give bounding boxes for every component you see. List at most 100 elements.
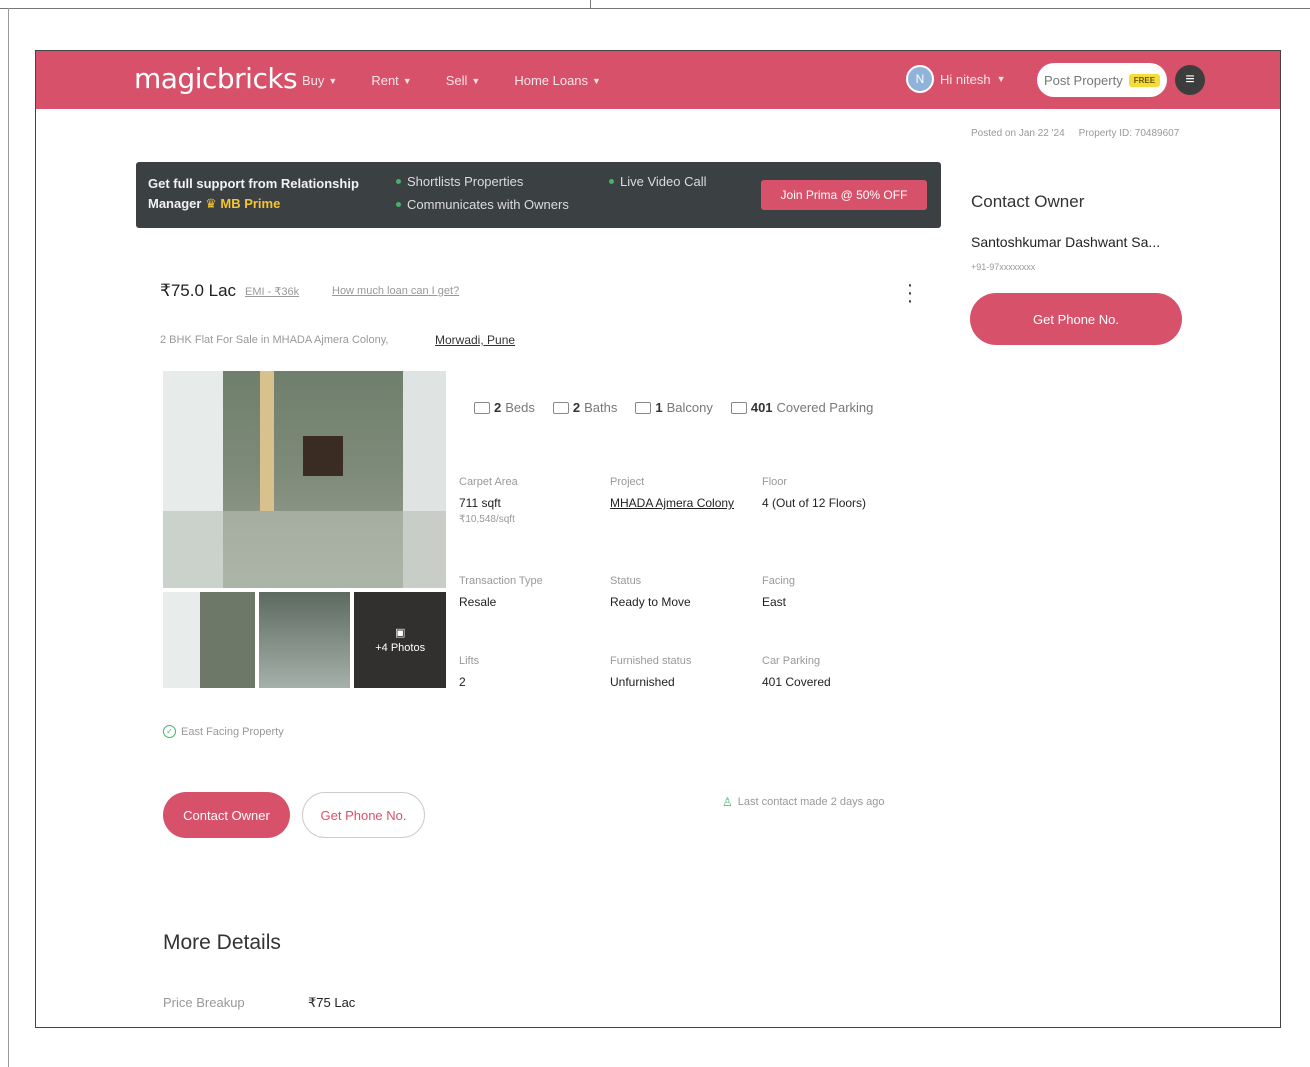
nav-sell-label: Sell [445, 73, 468, 88]
prime-feature: Live Video Call [609, 174, 706, 189]
spec-project: Project MHADA Ajmera Colony [610, 476, 734, 510]
spec-label: Project [610, 476, 645, 488]
person-icon: ♙ [722, 795, 733, 809]
chevron-down-icon: ▼ [328, 75, 338, 86]
photo-thumbnails: ▣ +4 Photos [163, 592, 447, 688]
spec-value: 711 sqft [459, 496, 501, 510]
post-property-button[interactable]: Post Property FREE [1037, 63, 1167, 97]
nav-home-loans-label: Home Loans [514, 73, 589, 88]
hamburger-menu-icon[interactable]: ≡ [1175, 65, 1205, 95]
parking-label: Covered Parking [776, 400, 874, 415]
nav-buy[interactable]: Buy ▼ [302, 73, 337, 88]
contact-owner-button[interactable]: Contact Owner [163, 792, 290, 838]
prime-feature: Communicates with Owners [396, 197, 569, 212]
emi-link[interactable]: EMI - ₹36k [245, 285, 299, 298]
prime-title-line1: Get full support from Relationship [148, 176, 359, 191]
photo-thumbnail[interactable]: ▣ +4 Photos [354, 592, 447, 688]
prime-feature-label: Communicates with Owners [407, 197, 569, 212]
baths-label: Baths [584, 400, 618, 415]
listing-subtitle: 2 BHK Flat For Sale in MHADA Ajmera Colo… [160, 334, 389, 346]
spec-value: Ready to Move [610, 595, 691, 609]
side-get-phone-button[interactable]: Get Phone No. [970, 293, 1182, 345]
beds-item: 2 Beds [474, 400, 535, 415]
bullet-icon [396, 179, 401, 184]
listing-price: ₹75.0 Lac [160, 281, 237, 300]
car-icon [730, 401, 747, 414]
top-nav: magicbricks Buy ▼ Rent ▼ Sell ▼ Home Loans ▼… [36, 51, 1280, 109]
chevron-down-icon: ▼ [471, 75, 481, 86]
beds-label: Beds [505, 400, 535, 415]
more-options-icon[interactable]: · · · [903, 275, 917, 311]
spec-label: Carpet Area [459, 476, 518, 488]
balcony-icon [635, 401, 652, 414]
check-circle-icon: ✓ [163, 725, 176, 738]
gallery-icon: ▣ [394, 627, 406, 639]
photo-thumbnail[interactable] [163, 592, 255, 688]
project-link[interactable]: MHADA Ajmera Colony [610, 496, 734, 510]
spec-floor: Floor 4 (Out of 12 Floors) [762, 476, 866, 510]
spec-carpet-area: Carpet Area 711 sqft ₹10,548/sqft [459, 476, 518, 525]
prime-banner-title: Get full support from Relationship Manag… [148, 174, 373, 214]
nav-buy-label: Buy [302, 73, 325, 88]
bath-icon [552, 401, 569, 414]
nav-menu: Buy ▼ Rent ▼ Sell ▼ Home Loans ▼ [302, 73, 601, 88]
parking-count: 401 [750, 400, 773, 415]
balcony-item: 1 Balcony [635, 400, 713, 415]
owner-name: Santoshkumar Dashwant Sa... [971, 234, 1161, 250]
loan-eligibility-link[interactable]: How much loan can I get? [332, 285, 459, 297]
more-photos-overlay[interactable]: ▣ +4 Photos [354, 592, 447, 688]
spec-label: Car Parking [762, 655, 821, 667]
spec-label: Lifts [459, 655, 480, 667]
spec-value: 2 [459, 675, 466, 689]
join-prime-button[interactable]: Join Prima @ 50% OFF [761, 180, 927, 210]
more-details-title: More Details [163, 931, 281, 954]
bed-icon [474, 401, 490, 414]
magicbricks-logo[interactable]: magicbricks [134, 62, 298, 95]
nav-sell[interactable]: Sell ▼ [446, 73, 481, 88]
spec-facing: Facing East [762, 575, 795, 609]
more-photos-label: +4 Photos [375, 642, 426, 654]
spec-value: Resale [459, 595, 497, 609]
nav-home-loans[interactable]: Home Loans ▼ [514, 73, 601, 88]
bullet-icon [609, 179, 614, 184]
parking-item: 401 Covered Parking [730, 400, 874, 415]
baths-item: 2 Baths [552, 400, 618, 415]
price-breakup-label: Price Breakup [163, 995, 245, 1010]
posted-meta: Posted on Jan 22 '24 Property ID: 704896… [971, 128, 1179, 139]
last-contact-note: ♙ Last contact made 2 days ago [722, 795, 885, 809]
crown-icon: ♛ [205, 196, 217, 211]
page-frame: magicbricks Buy ▼ Rent ▼ Sell ▼ Home Loans ▼… [35, 50, 1281, 1028]
spec-subvalue: ₹10,548/sqft [459, 514, 515, 525]
user-menu[interactable]: N Hi nitesh ▼ [906, 65, 1006, 93]
spec-lifts: Lifts 2 [459, 655, 479, 689]
main-photo[interactable] [163, 371, 446, 588]
free-badge: FREE [1128, 73, 1161, 87]
balcony-label: Balcony [666, 400, 713, 415]
user-greeting: Hi nitesh [940, 71, 991, 87]
prime-title-line2: Manager [148, 196, 202, 211]
bullet-icon [396, 202, 401, 207]
spec-label: Status [610, 575, 642, 587]
prime-feature-label: Shortlists Properties [407, 174, 524, 189]
top-border-line [0, 8, 1310, 9]
spec-value: Unfurnished [610, 675, 675, 689]
east-facing-note: ✓ East Facing Property [163, 725, 284, 738]
locality-link[interactable]: Morwadi, Pune [435, 333, 515, 347]
spec-furnished: Furnished status Unfurnished [610, 655, 691, 689]
chevron-down-icon: ▼ [592, 75, 601, 86]
photo-thumbnail[interactable] [258, 592, 351, 688]
nav-rent[interactable]: Rent ▼ [371, 73, 411, 88]
mb-prime-label: MB Prime [220, 196, 281, 211]
contact-owner-title: Contact Owner [971, 192, 1085, 211]
spec-status: Status Ready to Move [610, 575, 691, 609]
spec-car-parking: Car Parking 401 Covered [762, 655, 831, 689]
east-facing-label: East Facing Property [181, 725, 284, 738]
nav-rent-label: Rent [371, 73, 399, 88]
chevron-down-icon: ▼ [402, 75, 412, 86]
balcony-count: 1 [655, 400, 663, 415]
get-phone-button[interactable]: Get Phone No. [302, 792, 425, 838]
baths-count: 2 [572, 400, 581, 415]
property-id: Property ID: 70489607 [1078, 128, 1180, 139]
prime-feature: Shortlists Properties [396, 174, 523, 189]
spec-value: East [762, 595, 787, 609]
